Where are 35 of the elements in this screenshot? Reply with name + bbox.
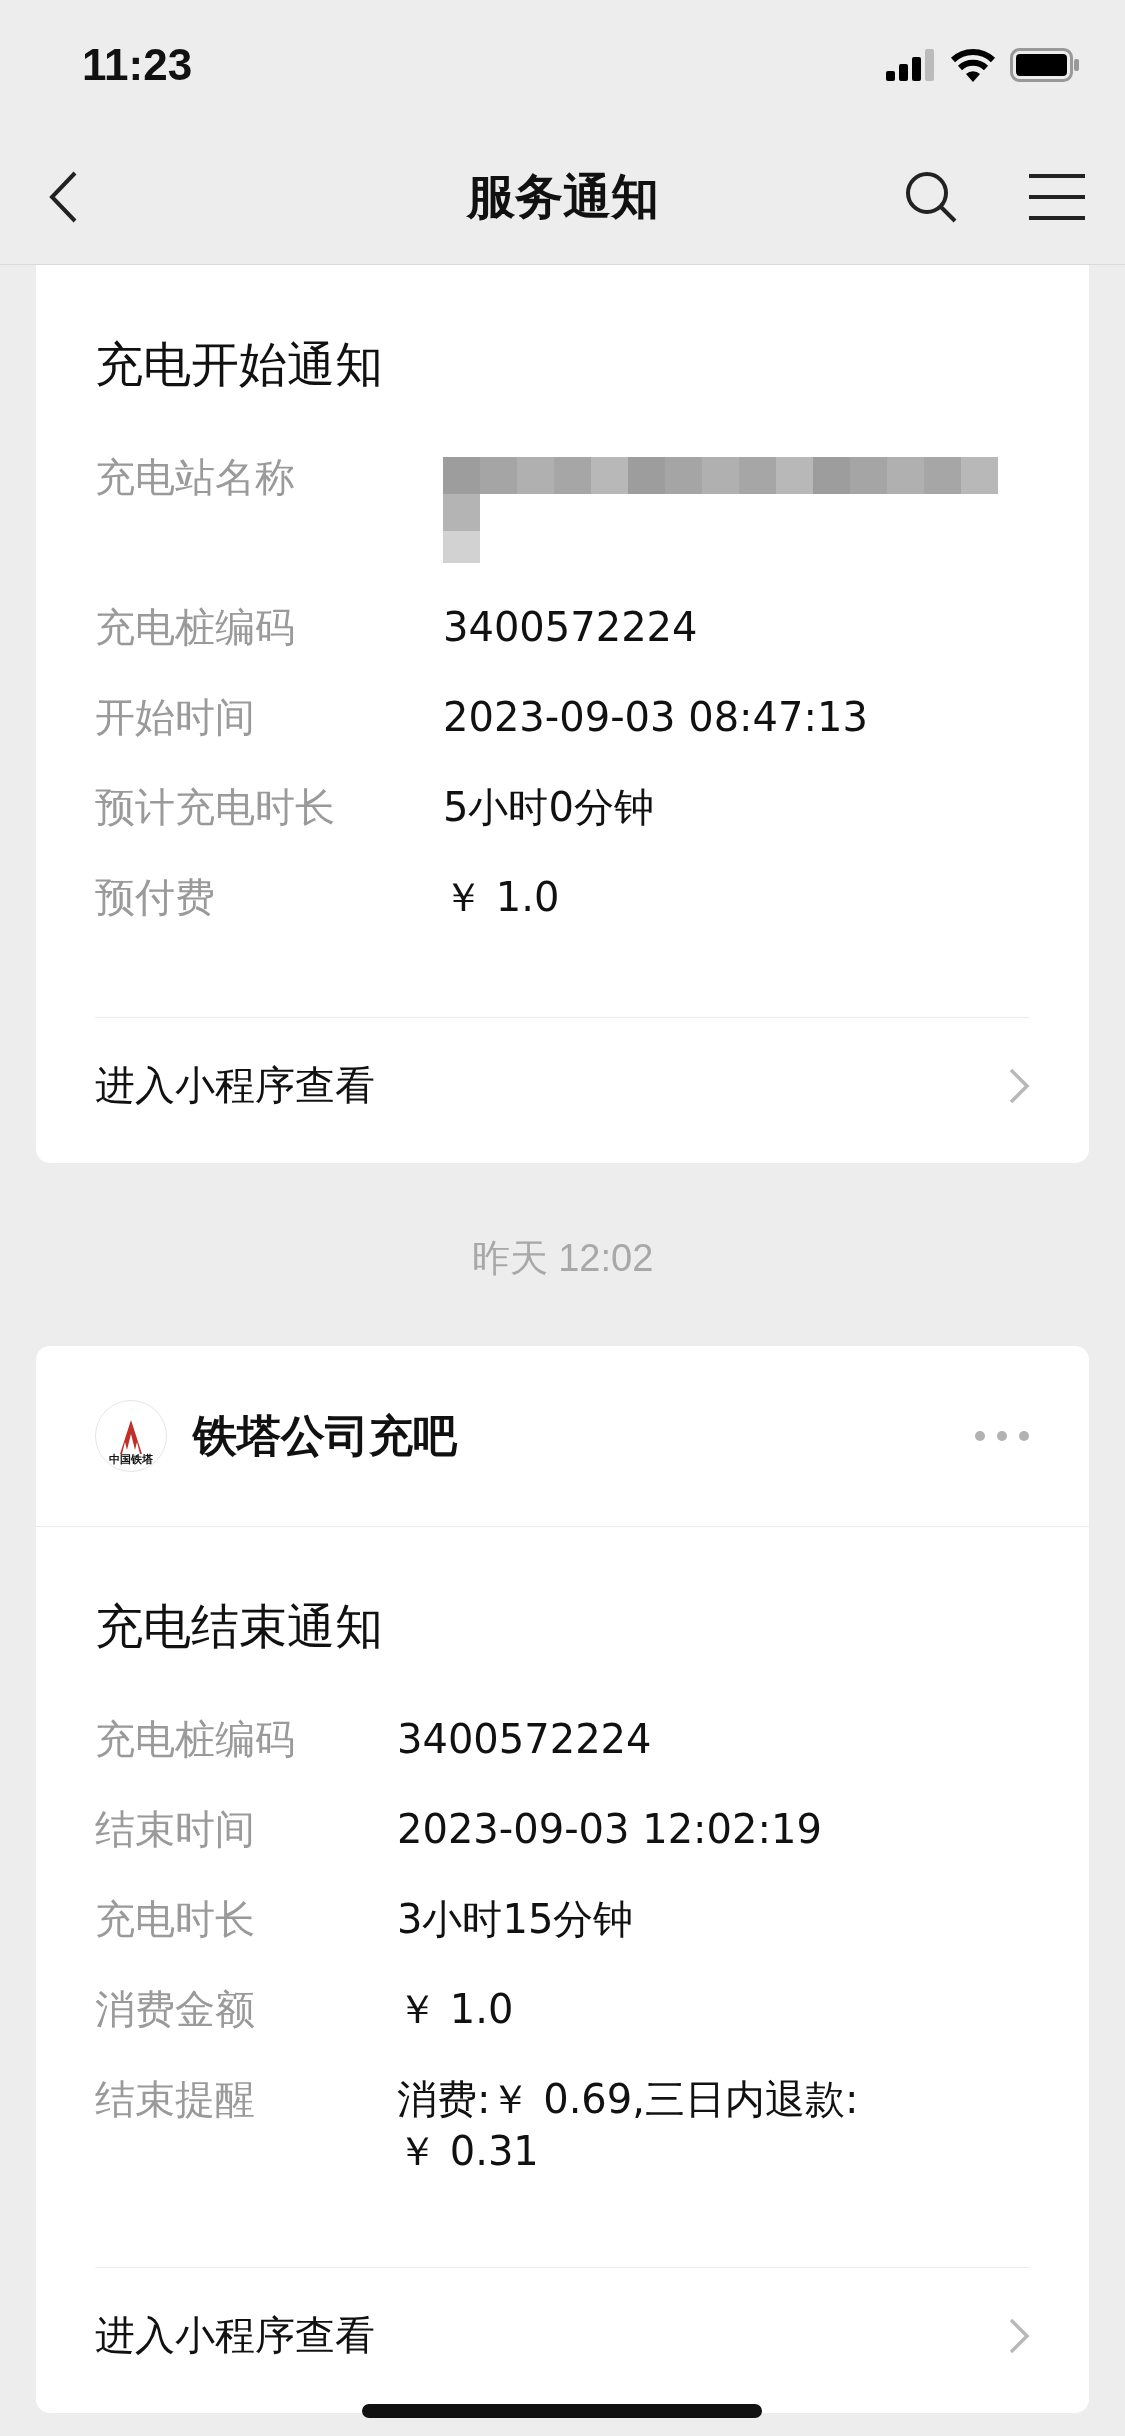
field-label: 结束时间 <box>95 1805 256 1854</box>
timestamp: 昨天 12:02 <box>471 1237 654 1279</box>
mini-program-link[interactable]: 进入小程序查看 <box>95 1017 1030 1163</box>
sender-name: 铁塔公司充吧 <box>193 1408 457 1463</box>
battery-icon <box>1010 48 1080 82</box>
chevron-icon <box>1008 1066 1030 1105</box>
signal-icon <box>886 49 936 81</box>
field-value: 2023-09-03 12:02:19 <box>397 1805 823 1854</box>
page-title: 服务通知 <box>466 167 659 226</box>
back-icon[interactable] <box>48 171 78 223</box>
search-icon[interactable] <box>905 171 957 223</box>
field-label: 充电时长 <box>95 1895 256 1944</box>
field-label: 消费金额 <box>95 1985 256 2034</box>
field-label: 预付费 <box>95 873 216 922</box>
field-label: 开始时间 <box>95 693 256 742</box>
field-label: 预计充电时长 <box>95 783 336 832</box>
logo-text: 中国铁塔 <box>109 1454 153 1465</box>
field-value: 3400572224 <box>397 1715 653 1764</box>
wifi-icon <box>950 48 996 82</box>
field-label: 结束提醒 <box>95 2075 256 2124</box>
field-value: 5小时0分钟 <box>443 783 655 832</box>
menu-icon[interactable] <box>1029 173 1085 221</box>
status-time: 11:23 <box>82 40 193 90</box>
card-title: 充电开始通知 <box>95 336 383 392</box>
field-value: 3小时15分钟 <box>397 1895 635 1944</box>
chevron-icon <box>1008 2316 1030 2355</box>
field-label: 充电桩编码 <box>95 603 296 652</box>
field-value: 2023-09-03 08:47:13 <box>443 693 869 742</box>
field-value: ￥ 1.0 <box>397 1985 515 2034</box>
field-value: 消费:￥ 0.69,三日内退款:￥ 0.31 <box>397 2075 860 2176</box>
field-value: 3400572224 <box>443 603 699 652</box>
field-label: 充电站名称 <box>95 453 296 502</box>
card-title: 充电结束通知 <box>95 1598 383 1654</box>
field-value: ￥ 1.0 <box>443 873 561 922</box>
field-label: 充电桩编码 <box>95 1715 296 1764</box>
